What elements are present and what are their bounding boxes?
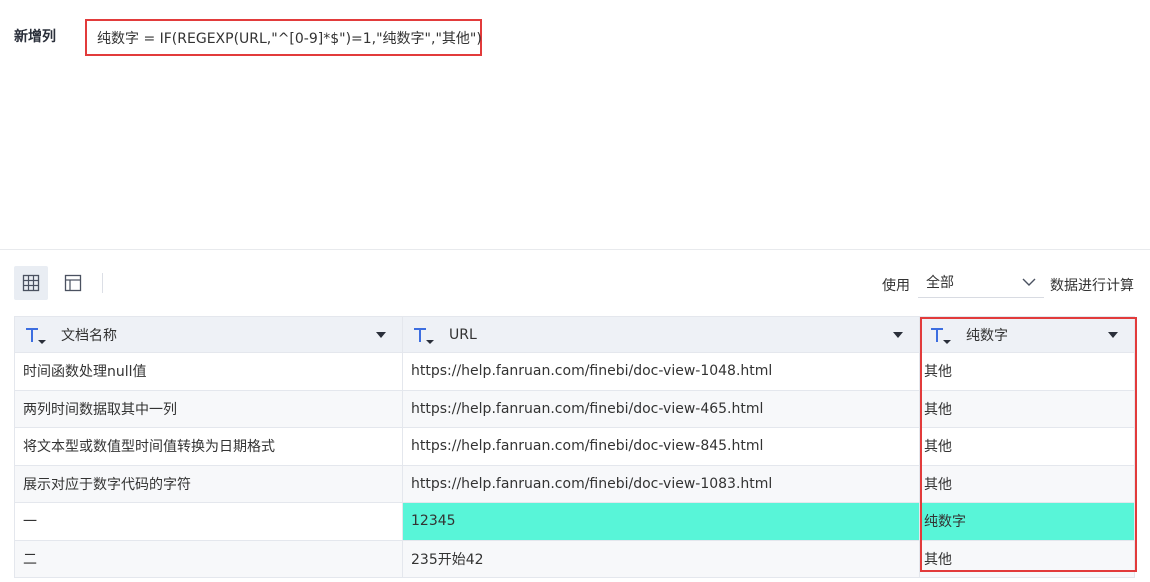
table-row-highlighted: 一 12345 纯数字 xyxy=(14,503,1135,541)
table-view-button[interactable] xyxy=(14,266,48,300)
column-header-label: 纯数字 xyxy=(966,327,1008,344)
calculate-data-label: 数据进行计算 xyxy=(1050,278,1134,294)
new-column-label: 新增列 xyxy=(14,29,56,45)
toolbar-divider xyxy=(102,273,103,293)
data-preview-table: 文档名称 URL 纯数字 时间函数处理null值 https://help.fa… xyxy=(14,316,1135,578)
formula-editor-area: 新增列 纯数字 = IF(REGEXP(URL,"^[0-9]*$")=1,"纯… xyxy=(0,0,1150,250)
layout-icon xyxy=(64,274,82,292)
table-cell: 展示对应于数字代码的字符 xyxy=(14,465,403,502)
table-cell: 235开始42 xyxy=(403,540,920,577)
table-row: 将文本型或数值型时间值转换为日期格式 https://help.fanruan.… xyxy=(14,428,1135,466)
table-cell: 12345 xyxy=(403,503,920,540)
caret-down-icon[interactable] xyxy=(893,332,903,338)
table-cell: 两列时间数据取其中一列 xyxy=(14,390,403,427)
caret-down-icon[interactable] xyxy=(1108,332,1118,338)
table-cell: https://help.fanruan.com/finebi/doc-view… xyxy=(403,353,920,390)
table-cell: https://help.fanruan.com/finebi/doc-view… xyxy=(403,465,920,502)
panel-view-button[interactable] xyxy=(56,266,90,300)
table-cell: 二 xyxy=(14,540,403,577)
table-cell: 其他 xyxy=(920,353,1135,390)
preview-toolbar: 使用 全部 数据进行计算 xyxy=(0,251,1150,313)
table-row: 两列时间数据取其中一列 https://help.fanruan.com/fin… xyxy=(14,390,1135,428)
grid-icon xyxy=(22,274,40,292)
table-cell: 其他 xyxy=(920,390,1135,427)
formula-input[interactable]: 纯数字 = IF(REGEXP(URL,"^[0-9]*$")=1,"纯数字",… xyxy=(85,19,482,56)
table-cell: 其他 xyxy=(920,465,1135,502)
text-type-icon[interactable] xyxy=(930,325,952,345)
caret-down-icon[interactable] xyxy=(376,332,386,338)
table-cell: 其他 xyxy=(920,540,1135,577)
scope-select-value: 全部 xyxy=(926,274,954,291)
table-header-row: 文档名称 URL 纯数字 xyxy=(14,316,1135,353)
table-cell: 一 xyxy=(14,503,403,540)
column-header-doc-name[interactable]: 文档名称 xyxy=(14,317,403,352)
table-cell: 纯数字 xyxy=(920,503,1135,540)
table-cell: 将文本型或数值型时间值转换为日期格式 xyxy=(14,428,403,465)
chevron-down-icon xyxy=(1022,278,1036,286)
table-row: 时间函数处理null值 https://help.fanruan.com/fin… xyxy=(14,353,1135,391)
column-header-label: URL xyxy=(449,326,477,343)
table-row: 二 235开始42 其他 xyxy=(14,540,1135,578)
table-row: 展示对应于数字代码的字符 https://help.fanruan.com/fi… xyxy=(14,465,1135,503)
table-cell: https://help.fanruan.com/finebi/doc-view… xyxy=(403,390,920,427)
data-scope-select[interactable]: 全部 xyxy=(918,266,1044,298)
column-header-url[interactable]: URL xyxy=(403,317,920,352)
table-cell: 其他 xyxy=(920,428,1135,465)
column-header-pure-number[interactable]: 纯数字 xyxy=(920,317,1135,352)
use-label: 使用 xyxy=(882,278,910,294)
table-cell: 时间函数处理null值 xyxy=(14,353,403,390)
text-type-icon[interactable] xyxy=(413,325,435,345)
column-header-label: 文档名称 xyxy=(61,327,117,344)
text-type-icon[interactable] xyxy=(25,325,47,345)
table-cell: https://help.fanruan.com/finebi/doc-view… xyxy=(403,428,920,465)
